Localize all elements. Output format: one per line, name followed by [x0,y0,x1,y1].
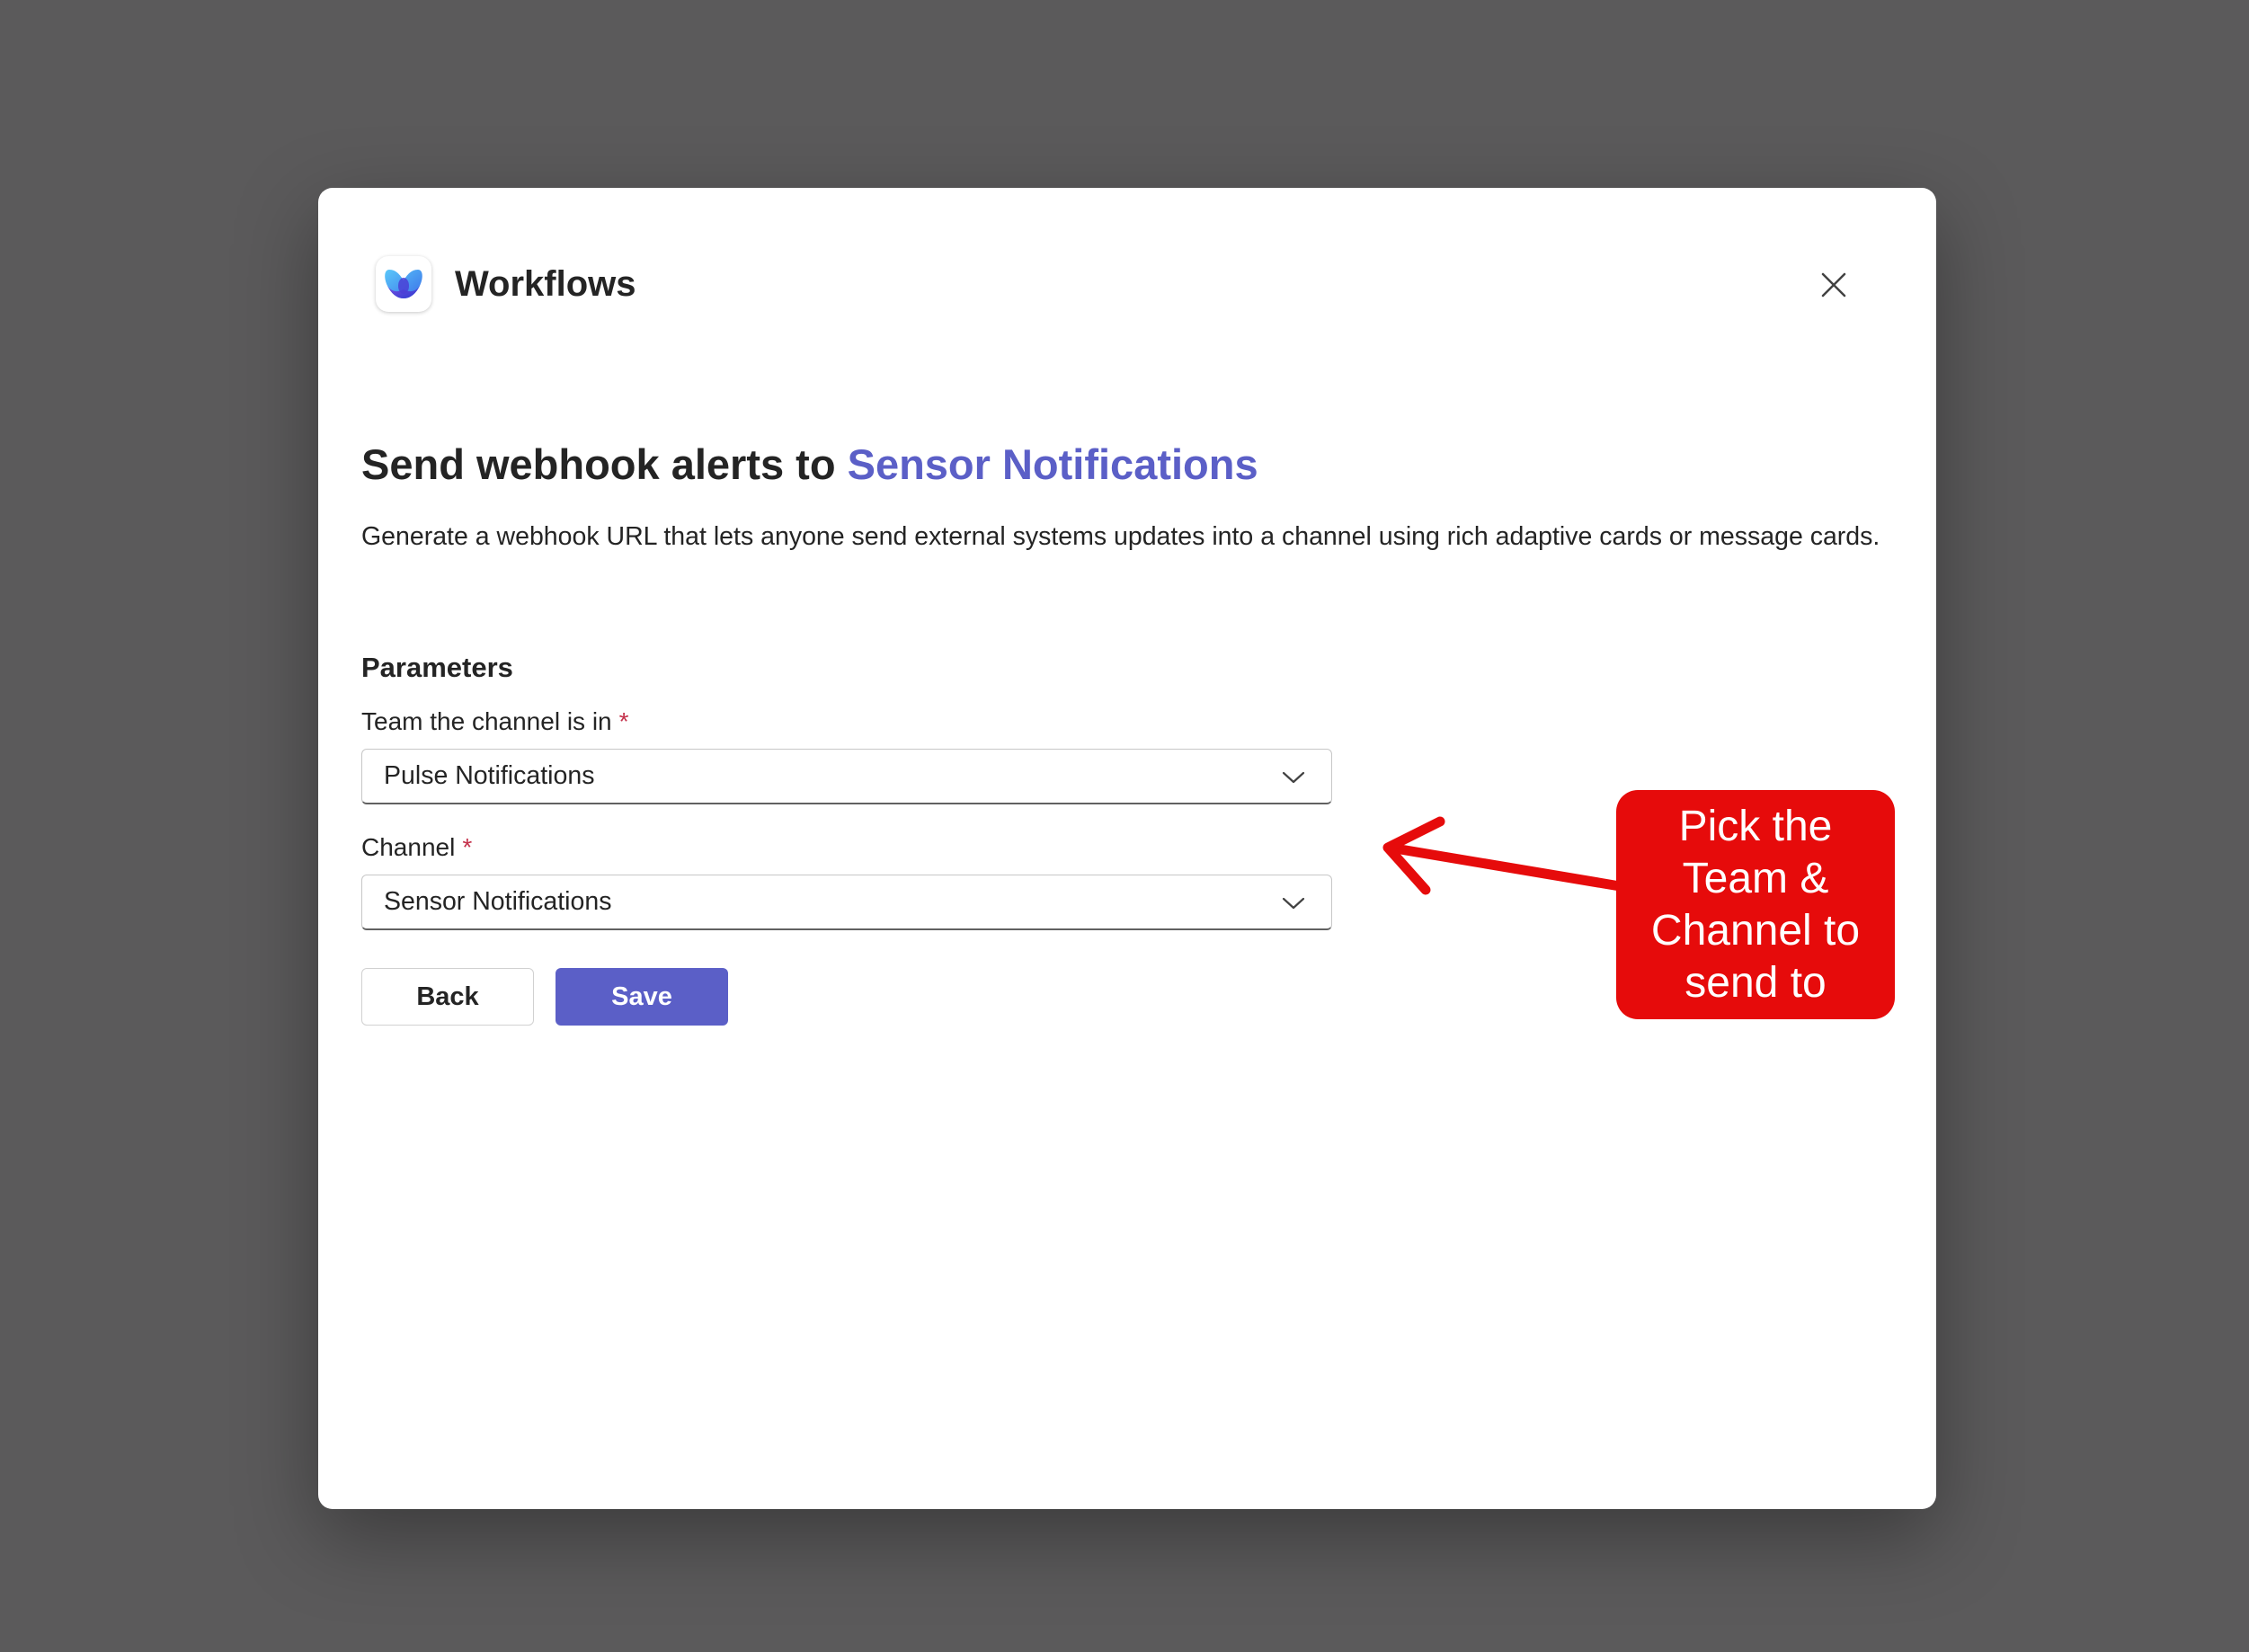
channel-dropdown[interactable]: Sensor Notifications [361,875,1332,930]
required-marker: * [618,707,629,735]
save-button[interactable]: Save [556,968,728,1026]
app-title: Workflows [455,263,636,304]
required-marker: * [462,833,473,861]
team-dropdown-value: Pulse Notifications [384,761,595,790]
channel-dropdown-value: Sensor Notifications [384,887,612,916]
app-header: Workflows [376,256,636,312]
workflows-logo-icon [376,256,431,312]
team-label-text: Team the channel is in [361,707,612,735]
chevron-down-icon [1282,771,1305,784]
chevron-down-icon [1282,897,1305,910]
parameters-title: Parameters [361,652,513,683]
dialog-heading: Send webhook alerts to Sensor Notificati… [361,440,1258,489]
dialog-description: Generate a webhook URL that lets anyone … [361,522,1880,551]
heading-prefix: Send webhook alerts to [361,440,848,488]
back-button[interactable]: Back [361,968,534,1026]
team-field-label: Team the channel is in * [361,707,629,736]
close-icon[interactable] [1818,269,1850,301]
channel-label-text: Channel [361,833,456,861]
callout-text: Pick the Team & Channel to send to [1650,802,1861,1007]
arrow-left-icon [1382,816,1625,895]
annotation-callout: Pick the Team & Channel to send to [1616,790,1895,1019]
channel-field-label: Channel * [361,833,472,862]
team-dropdown[interactable]: Pulse Notifications [361,749,1332,804]
heading-channel-name: Sensor Notifications [847,440,1258,488]
